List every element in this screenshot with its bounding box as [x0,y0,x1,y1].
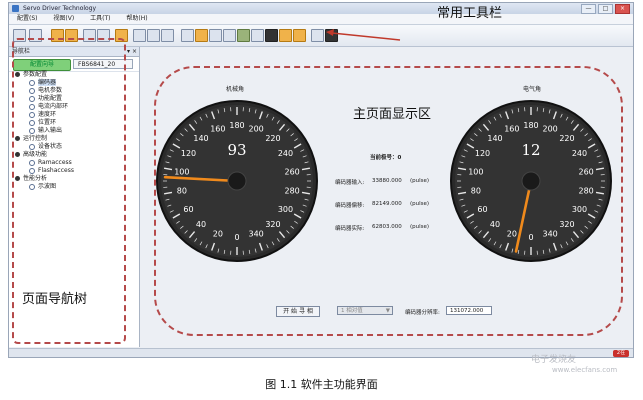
readout-unit: (pulse) [410,201,430,207]
close-button[interactable]: × [615,4,630,14]
list-icon[interactable] [223,29,236,42]
tick-label: 40 [196,220,206,229]
tick-label: 20 [507,230,517,239]
nav-annotation-label: 页面导航树 [22,292,88,307]
edit-icon[interactable] [209,29,222,42]
watermark-url: www.elecfans.com [552,366,618,374]
tick-label: 340 [543,230,558,239]
tick-label: 160 [504,124,519,133]
tick-label: 200 [249,124,264,133]
mode-select-value: 1 相对值 [341,308,363,314]
menu-tools[interactable]: 工具(T) [90,15,110,22]
readout-unit: (pulse) [410,178,430,184]
readout-label: 编码器偏移: [335,203,365,209]
chevron-down-icon: ▼ [385,308,390,314]
status-badge: 2在 [613,350,629,357]
figure-caption: 图 1.1 软件主功能界面 [265,378,378,391]
tick-label: 140 [487,134,502,143]
tick-label: 60 [183,205,193,214]
paint-icon[interactable] [293,29,306,42]
left-gauge-caption: 机械角 [226,86,245,93]
run-icon[interactable] [325,29,338,42]
readout-value: 62803.000 [372,224,402,230]
menu-config[interactable]: 配置(S) [17,15,38,22]
tick-label: 20 [213,230,223,239]
menu-help[interactable]: 帮助(H) [126,15,147,22]
right-hub [521,171,541,191]
upload-icon[interactable] [237,29,250,42]
tick-label: 0 [528,233,533,242]
download-icon[interactable] [195,29,208,42]
menu-bar: 配置(S) 视图(V) 工具(T) 帮助(H) [9,14,633,25]
tick-label: 180 [229,121,244,130]
tile-icon[interactable] [133,29,146,42]
tick-label: 240 [572,149,587,158]
fullscreen-icon[interactable] [161,29,174,42]
window-title: Servo Driver Technology [23,5,97,12]
resolution-label: 编码器分辨率: [405,310,440,316]
page-icon[interactable] [251,29,264,42]
grid-icon[interactable] [147,29,160,42]
tick-label: 120 [475,149,490,158]
tick-label: 0 [234,233,239,242]
reset-icon[interactable] [311,29,324,42]
readout-label: 编码器实际: [335,226,365,232]
chip-icon[interactable] [265,29,278,42]
toolbar-annotation-label: 常用工具栏 [437,6,503,21]
tick-label: 100 [468,167,483,176]
nav-pin-close-icon[interactable]: ▾ × [127,47,137,56]
start-phase-search-button[interactable]: 开 始 寻 相 [276,306,320,317]
readout-value: 33880.000 [372,178,402,184]
tick-label: 300 [572,205,587,214]
tick-label: 160 [210,124,225,133]
tick-label: 340 [249,230,264,239]
tick-label: 180 [523,121,538,130]
maximize-button[interactable]: □ [598,4,613,14]
tick-label: 220 [559,134,574,143]
tick-label: 280 [285,187,300,196]
electrical-angle-gauge: 0 20 40 60 80 100 120 140 160 180 200 220 240 260 280 3… [446,96,616,266]
pole-number: 当前极号：0 [370,155,402,161]
main-annotation-label: 主页面显示区 [353,107,432,122]
left-hub [227,171,247,191]
readout-unit: (pulse) [410,224,430,230]
tick-label: 260 [285,167,300,176]
tick-label: 140 [193,134,208,143]
tick-label: 300 [278,205,293,214]
tick-label: 80 [177,187,187,196]
left-gauge-value: 93 [227,141,246,159]
tick-label: 40 [490,220,500,229]
right-gauge-caption: 电气角 [523,86,542,93]
tick-label: 120 [181,149,196,158]
tick-label: 280 [579,187,594,196]
tick-label: 320 [559,220,574,229]
menu-view[interactable]: 视图(V) [53,15,74,22]
tick-label: 200 [543,124,558,133]
tick-label: 80 [471,187,481,196]
tick-label: 240 [278,149,293,158]
right-gauge-value: 12 [521,141,540,159]
tick-label: 320 [265,220,280,229]
readout-label: 编码器输入: [335,180,365,186]
app-icon [12,5,19,12]
mode-select[interactable]: 1 相对值 ▼ [337,306,393,315]
watermark-logo: 电子发烧友 [531,355,577,365]
minimize-button[interactable]: — [581,4,596,14]
tick-label: 260 [579,167,594,176]
mechanical-angle-gauge: 0 20 40 60 80 100 120 140 160 180 200 220 240 260 280 3… [152,96,322,266]
tick-label: 100 [174,167,189,176]
resolution-input[interactable]: 131072.000 [446,306,492,315]
document-icon[interactable] [181,29,194,42]
tick-label: 60 [477,205,487,214]
box-icon[interactable] [279,29,292,42]
readout-value: 82149.000 [372,201,402,207]
tick-label: 220 [265,134,280,143]
